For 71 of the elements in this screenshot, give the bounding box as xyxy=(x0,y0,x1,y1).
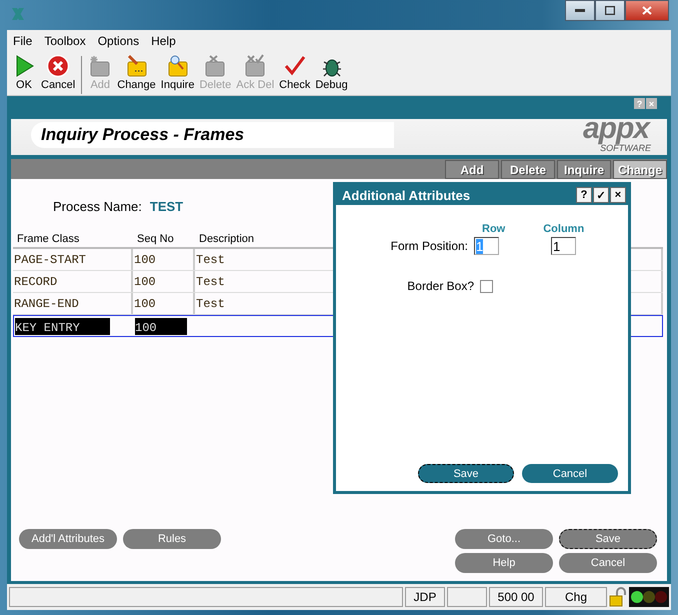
padlock-icon xyxy=(609,587,627,607)
logo-wordmark: appx xyxy=(582,113,652,145)
close-button[interactable] xyxy=(625,0,669,21)
folder-icon xyxy=(243,54,268,78)
dialog-control-button[interactable]: ? xyxy=(576,187,592,203)
folder-icon xyxy=(88,54,112,78)
table-cell: 100 xyxy=(134,252,156,266)
table-cell: 100 xyxy=(134,274,156,288)
table-cell: PAGE-START xyxy=(14,252,86,266)
magnifier-folder-icon xyxy=(166,54,190,78)
minimize-icon xyxy=(575,8,585,12)
close-icon xyxy=(642,6,652,15)
field-column-header: Row xyxy=(482,223,506,235)
action-button[interactable]: Cancel xyxy=(559,553,657,573)
action-button[interactable]: Add'l Attributes xyxy=(19,529,117,549)
process-name-label: Process Name: xyxy=(53,199,142,216)
column-header: Description xyxy=(198,233,254,247)
process-name-value: TEST xyxy=(150,199,184,216)
table-cell: KEY ENTRY xyxy=(15,318,110,334)
toolbar-button[interactable]: OK xyxy=(11,54,37,91)
toolbar-button[interactable]: Debug xyxy=(314,54,349,91)
checkmark-icon xyxy=(282,54,307,78)
dialog-control-button[interactable]: ✓ xyxy=(593,187,609,203)
action-button[interactable]: Goto... xyxy=(455,529,553,549)
table-cell: 100 xyxy=(134,296,156,310)
input-field[interactable]: 1 xyxy=(474,237,499,255)
mode-tab[interactable]: Inquire xyxy=(557,160,611,179)
maximize-icon xyxy=(605,6,615,15)
form-position-label: Form Position: xyxy=(390,239,468,253)
traffic-light-icon xyxy=(629,587,669,607)
dialog-button[interactable]: Cancel xyxy=(522,464,618,483)
logo-tagline: SOFTWARE xyxy=(600,143,652,153)
status-panel: 500 00 xyxy=(489,587,543,607)
pencil-folder-icon xyxy=(124,54,149,78)
table-cell: Test xyxy=(196,252,225,266)
folder-icon xyxy=(203,54,228,78)
maximize-button[interactable] xyxy=(595,0,625,21)
mode-tab[interactable]: Add xyxy=(445,160,499,179)
menu-item[interactable]: Options xyxy=(98,34,140,48)
checkbox[interactable] xyxy=(480,280,493,292)
toolbar-button[interactable]: Check xyxy=(278,54,312,91)
app-logo-icon xyxy=(11,7,25,21)
toolbar-button[interactable]: Inquire xyxy=(160,54,196,91)
dialog-title: Additional Attributes xyxy=(342,188,470,202)
status-panel: JDP xyxy=(405,587,445,607)
input-field[interactable]: 1 xyxy=(551,237,576,255)
action-button[interactable]: Help xyxy=(455,553,553,573)
column-header: Frame Class xyxy=(16,233,80,247)
column-header: Seq No xyxy=(136,233,175,247)
action-button[interactable]: Save xyxy=(559,529,657,549)
frame-title: Inquiry Process - Frames xyxy=(31,122,394,148)
action-button[interactable]: Rules xyxy=(123,529,221,549)
table-cell: Test xyxy=(196,274,225,288)
field-column-header: Column xyxy=(543,223,584,235)
status-panel: Chg xyxy=(545,587,607,607)
mode-tab[interactable]: Delete xyxy=(501,160,555,179)
table-cell: Test xyxy=(196,296,225,310)
minimize-button[interactable] xyxy=(565,0,595,21)
border-box-label: Border Box? xyxy=(406,279,474,293)
menu-item[interactable]: Help xyxy=(151,34,176,48)
status-panel xyxy=(447,587,487,607)
dialog-control-button[interactable]: × xyxy=(610,187,626,203)
cancel-icon xyxy=(46,54,70,78)
toolbar-button[interactable]: Change xyxy=(116,54,157,91)
menu-item[interactable]: Toolbox xyxy=(44,34,86,48)
table-cell: RANGE-END xyxy=(14,296,79,310)
table-cell: 100 xyxy=(135,318,187,334)
menu-item[interactable]: File xyxy=(13,34,32,48)
toolbar-button[interactable]: Cancel xyxy=(40,54,76,91)
dialog-button[interactable]: Save xyxy=(418,464,514,483)
table-cell: RECORD xyxy=(14,274,58,288)
